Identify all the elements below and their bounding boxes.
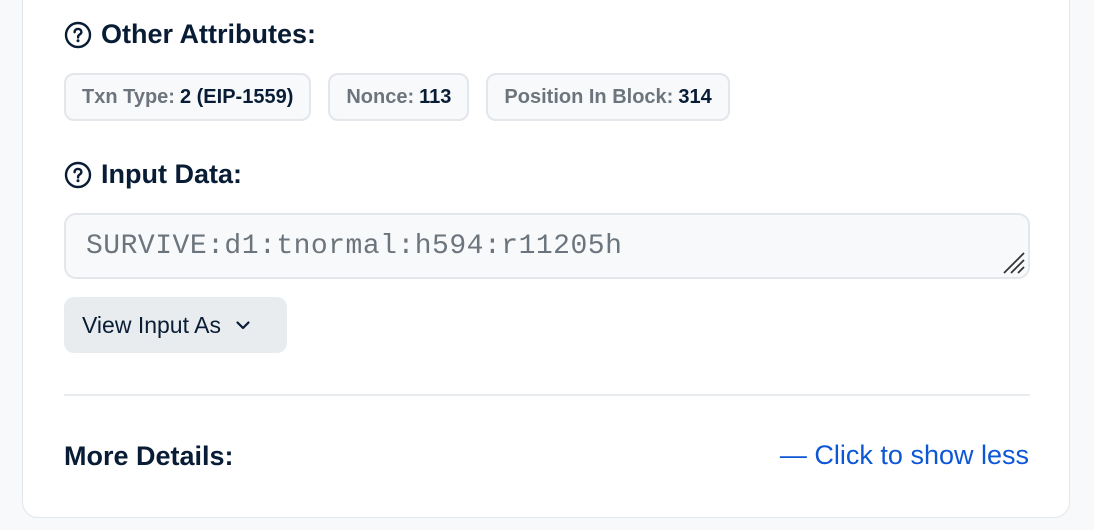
input-data-title: Input Data: xyxy=(101,159,242,189)
show-less-link[interactable]: — Click to show less xyxy=(780,440,1029,471)
badge-value: 314 xyxy=(678,85,712,108)
chevron-down-icon xyxy=(236,321,250,330)
divider xyxy=(64,394,1030,396)
input-data-value: SURVIVE:d1:tnormal:h594:r11205h xyxy=(86,230,623,262)
badge-key: Position In Block: xyxy=(504,85,674,108)
badge-value: 2 (EIP-1559) xyxy=(179,85,294,108)
view-input-as-label: View Input As xyxy=(82,311,221,338)
question-circle-icon[interactable] xyxy=(64,161,92,189)
other-attributes-title: Other Attributes: xyxy=(101,19,316,49)
other-attributes-heading: Other Attributes: xyxy=(64,19,316,50)
transaction-details-card: Other Attributes: Txn Type: 2 (EIP-1559)… xyxy=(22,0,1070,518)
input-data-heading: Input Data: xyxy=(64,159,242,190)
badge-key: Nonce: xyxy=(346,85,415,108)
more-details-label: More Details: xyxy=(64,441,234,471)
attribute-badges: Txn Type: 2 (EIP-1559) Nonce: 113 Positi… xyxy=(64,73,730,121)
nonce-badge: Nonce: 113 xyxy=(328,73,470,121)
badge-value: 113 xyxy=(419,85,452,108)
badge-key: Txn Type: xyxy=(82,85,175,108)
txn-type-badge: Txn Type: 2 (EIP-1559) xyxy=(64,73,312,121)
position-in-block-badge: Position In Block: 314 xyxy=(486,73,730,121)
view-input-as-button[interactable]: View Input As xyxy=(64,297,287,353)
input-data-textarea[interactable]: SURVIVE:d1:tnormal:h594:r11205h xyxy=(64,213,1030,279)
question-circle-icon[interactable] xyxy=(64,21,92,49)
resize-handle-icon[interactable] xyxy=(1000,249,1026,275)
